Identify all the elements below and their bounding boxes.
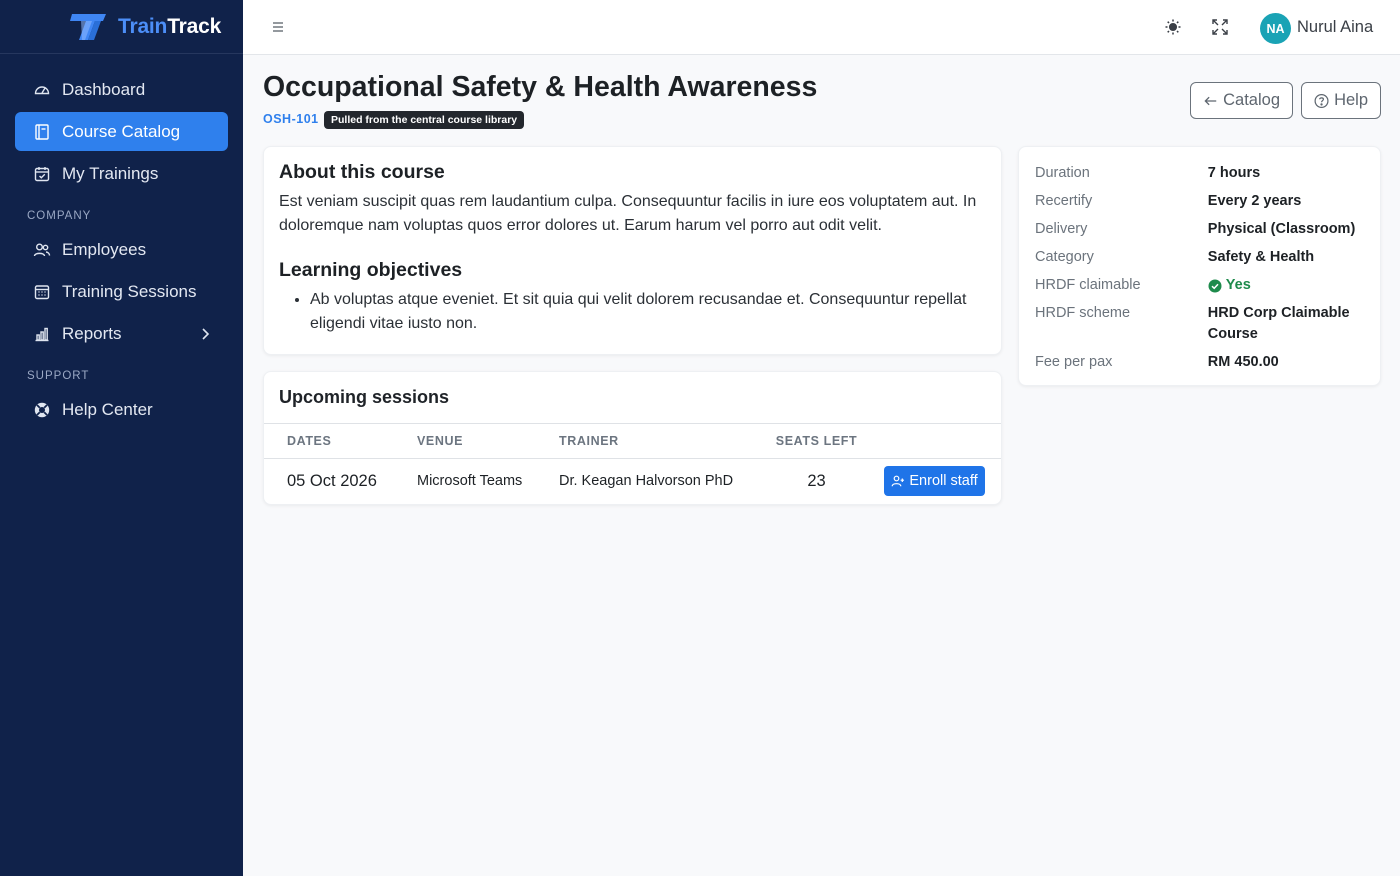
sidebar-item-dashboard[interactable]: Dashboard	[15, 70, 228, 109]
col-header-action	[864, 424, 1001, 459]
library-badge: Pulled from the central course library	[324, 111, 525, 129]
objectives-heading: Learning objectives	[279, 259, 463, 281]
about-heading: About this course	[279, 161, 445, 183]
book-icon	[33, 123, 51, 141]
sidebar-item-course-catalog[interactable]: Course Catalog	[15, 112, 228, 151]
menu-icon[interactable]	[270, 19, 286, 35]
detail-row-recertify: Recertify Every 2 years	[1035, 193, 1302, 210]
session-seats-left: 23	[807, 471, 826, 490]
hrdf-claimable-status: Yes	[1208, 275, 1364, 296]
upcoming-sessions-card: Upcoming sessions DATES VENUE TRAINER SE…	[263, 371, 1002, 505]
session-action-cell: Enroll staff	[864, 458, 1001, 504]
detail-row-delivery: Delivery Physical (Classroom)	[1035, 221, 1356, 238]
sidebar-item-reports[interactable]: Reports	[15, 314, 228, 353]
detail-row-hrdf-scheme: HRDF scheme HRD Corp Claimable Course	[1035, 305, 1350, 342]
sidebar-item-help-center[interactable]: Help Center	[15, 390, 228, 429]
check-circle-icon	[1208, 279, 1222, 293]
calendar-grid-icon	[33, 283, 51, 301]
sidebar-item-label: Course Catalog	[62, 121, 181, 141]
objective-item: Ab voluptas atque eveniet. Et sit quia q…	[310, 288, 969, 335]
lifebuoy-icon	[33, 401, 51, 419]
question-circle-icon	[1314, 93, 1329, 108]
fullscreen-icon[interactable]	[1210, 17, 1230, 37]
sidebar-item-training-sessions[interactable]: Training Sessions	[15, 272, 228, 311]
users-icon	[33, 241, 51, 259]
course-code: OSH-101	[263, 112, 319, 126]
session-trainer: Dr. Keagan Halvorson PhD	[559, 473, 734, 490]
course-details-card: Duration 7 hours Recertify Every 2 years…	[1018, 146, 1381, 386]
session-date: 05 Oct 2026	[287, 471, 377, 490]
table-header-row: DATES VENUE TRAINER SEATS LEFT	[264, 424, 1001, 459]
calendar-check-icon	[33, 165, 51, 183]
brand[interactable]: TrainTrack	[0, 0, 243, 54]
arrow-left-icon	[1204, 96, 1217, 105]
detail-row-fee: Fee per pax RM 450.00	[1035, 354, 1279, 371]
sidebar-item-label: Reports	[62, 323, 122, 343]
sidebar-item-label: My Trainings	[62, 163, 159, 183]
col-header-dates: DATES	[264, 424, 417, 459]
sidebar-nav: Dashboard Course Catalog My Trainings CO…	[0, 54, 243, 429]
main-content: Occupational Safety & Health Awareness O…	[243, 55, 1400, 876]
sidebar: TrainTrack Dashboard Course Catalog My T…	[0, 0, 243, 876]
sidebar-item-my-trainings[interactable]: My Trainings	[15, 154, 228, 193]
nav-section-support: SUPPORT	[27, 370, 90, 382]
user-add-icon	[891, 475, 905, 487]
gauge-icon	[33, 81, 51, 99]
detail-row-category: Category Safety & Health	[1035, 249, 1315, 266]
detail-row-duration: Duration 7 hours	[1035, 165, 1261, 181]
detail-row-hrdf-claimable: HRDF claimable Yes	[1035, 275, 1364, 296]
about-text: Est veniam suscipit quas rem laudantium …	[279, 193, 977, 234]
objectives-list: Ab voluptas atque eveniet. Et sit quia q…	[279, 288, 969, 335]
help-button[interactable]: Help	[1301, 82, 1381, 119]
theme-toggle-sun-icon[interactable]	[1163, 17, 1183, 37]
avatar[interactable]: NA	[1260, 13, 1291, 44]
col-header-seats-left: SEATS LEFT	[769, 424, 864, 459]
sidebar-item-label: Employees	[62, 239, 147, 259]
user-name[interactable]: Nurul Aina	[1297, 18, 1373, 37]
sessions-heading: Upcoming sessions	[264, 372, 1001, 424]
nav-section-company: COMPANY	[27, 210, 92, 222]
sidebar-item-label: Dashboard	[62, 79, 146, 99]
session-venue: Microsoft Teams	[417, 473, 523, 490]
sidebar-item-label: Help Center	[62, 399, 153, 419]
page-title: Occupational Safety & Health Awareness	[263, 71, 818, 103]
back-to-catalog-button[interactable]: Catalog	[1190, 82, 1293, 119]
col-header-trainer: TRAINER	[559, 424, 769, 459]
chevron-right-icon	[198, 327, 212, 341]
sidebar-item-employees[interactable]: Employees	[15, 230, 228, 269]
col-header-venue: VENUE	[417, 424, 559, 459]
about-course-card: About this course Est veniam suscipit qu…	[263, 146, 1002, 355]
brand-name: TrainTrack	[118, 14, 222, 38]
sidebar-item-label: Training Sessions	[62, 281, 197, 301]
topbar: NA Nurul Aina	[243, 0, 1400, 55]
traintrack-logo-icon	[70, 13, 106, 40]
enroll-staff-button[interactable]: Enroll staff	[884, 466, 985, 497]
bar-chart-icon	[33, 325, 51, 343]
table-row: 05 Oct 2026 Microsoft Teams Dr. Keagan H…	[264, 458, 1001, 504]
sessions-table: DATES VENUE TRAINER SEATS LEFT 05 Oct 20…	[264, 424, 1001, 504]
